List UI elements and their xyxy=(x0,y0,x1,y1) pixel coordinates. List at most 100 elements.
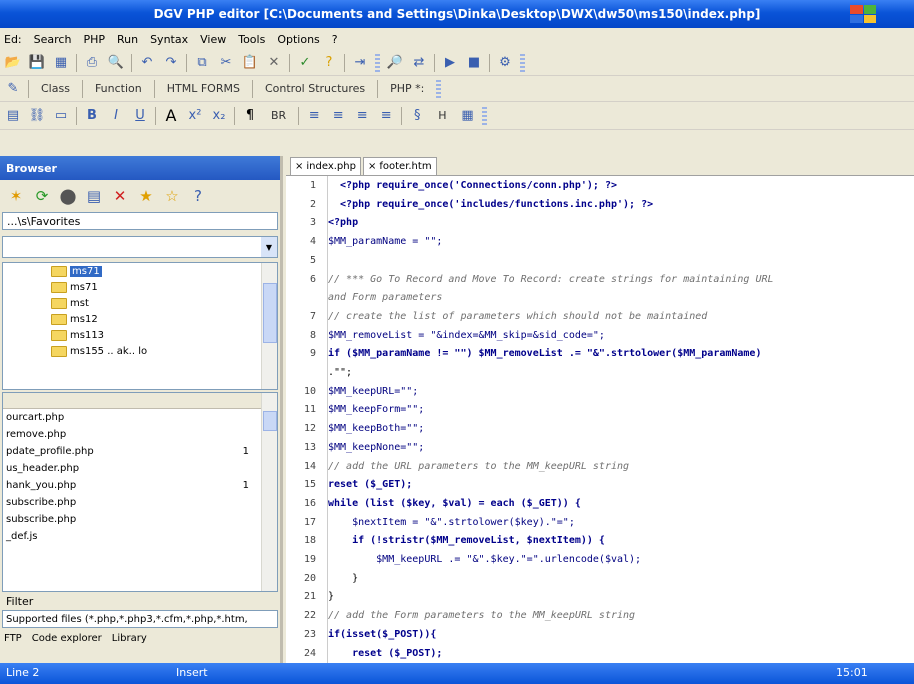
menu-php[interactable]: PHP xyxy=(83,33,105,46)
tree-node[interactable]: ms155 .. ak.. lo xyxy=(3,343,277,359)
view-list-icon[interactable]: ▤ xyxy=(84,186,104,206)
function-button[interactable]: Function xyxy=(89,82,148,95)
new-folder-icon[interactable]: ✶ xyxy=(6,186,26,206)
table-icon[interactable]: ▤ xyxy=(4,107,22,125)
list-item[interactable]: subscribe.php xyxy=(3,494,277,511)
special-char-icon[interactable]: § xyxy=(408,107,426,125)
save-all-icon[interactable]: ▦ xyxy=(52,54,70,72)
underline-icon[interactable]: U xyxy=(131,107,149,125)
tree-node[interactable]: ms113 xyxy=(3,327,277,343)
tab-footer-htm[interactable]: × footer.htm xyxy=(362,157,437,175)
tree-node[interactable]: ms12 xyxy=(3,311,277,327)
drive-select[interactable]: ▼ xyxy=(2,236,278,258)
line-number: 6 xyxy=(309,273,316,285)
subscript-icon[interactable]: x₂ xyxy=(210,107,228,125)
list-item[interactable]: remove.php xyxy=(3,426,277,443)
control-structures-dropdown[interactable]: Control Structures xyxy=(259,82,371,95)
list-item[interactable] xyxy=(3,545,277,562)
justify-icon[interactable]: ≡ xyxy=(377,107,395,125)
close-icon[interactable]: × xyxy=(295,161,303,172)
menu-syntax[interactable]: Syntax xyxy=(150,33,188,46)
preview-icon[interactable]: 🔍 xyxy=(107,54,125,72)
tree-node[interactable]: ms71 xyxy=(3,279,277,295)
toolbar-grip[interactable] xyxy=(520,53,525,72)
code-line: <?php require_once('includes/functions.i… xyxy=(328,198,654,210)
class-button[interactable]: Class xyxy=(35,82,76,95)
italic-icon[interactable]: I xyxy=(107,107,125,125)
refresh-icon[interactable]: ⟳ xyxy=(32,186,52,206)
superscript-icon[interactable]: x² xyxy=(186,107,204,125)
menu-options[interactable]: Options xyxy=(277,33,319,46)
menu-edit[interactable]: Ed: xyxy=(4,33,22,46)
file-list-scrollbar[interactable] xyxy=(261,393,277,591)
tab-ftp[interactable]: FTP xyxy=(4,633,22,644)
align-right-icon[interactable]: ≡ xyxy=(353,107,371,125)
delete-icon[interactable]: ✕ xyxy=(265,54,283,72)
home-icon[interactable]: ⬤ xyxy=(58,186,78,206)
toolbar-separator xyxy=(344,53,345,72)
list-item[interactable]: pdate_profile.php 1 xyxy=(3,443,277,460)
grid-icon[interactable]: ▦ xyxy=(458,107,476,125)
save-icon[interactable]: 💾 xyxy=(28,54,46,72)
tree-scrollbar[interactable] xyxy=(261,263,277,389)
run-icon[interactable]: ▶ xyxy=(441,54,459,72)
toolbar-grip[interactable] xyxy=(375,53,380,72)
paste-icon[interactable]: 📋 xyxy=(241,54,259,72)
list-item[interactable]: ourcart.php xyxy=(3,409,277,426)
scroll-thumb[interactable] xyxy=(263,411,277,431)
menu-run[interactable]: Run xyxy=(117,33,138,46)
heading-dropdown[interactable]: H xyxy=(432,109,452,122)
tab-library[interactable]: Library xyxy=(112,633,147,644)
find-icon[interactable]: 🔎 xyxy=(386,54,404,72)
code-line: reset ($_GET); xyxy=(328,479,413,491)
tree-node[interactable]: ms71 xyxy=(3,263,277,279)
stop-icon[interactable]: ■ xyxy=(465,54,483,72)
indent-icon[interactable]: ⇥ xyxy=(351,54,369,72)
help-icon[interactable]: ? xyxy=(320,54,338,72)
favorites-add-icon[interactable]: ★ xyxy=(136,186,156,206)
link-icon[interactable]: ⛓ xyxy=(28,107,46,125)
bold-icon[interactable]: B xyxy=(83,107,101,125)
menu-help[interactable]: ? xyxy=(332,33,338,46)
br-button[interactable]: BR xyxy=(265,109,292,122)
print-icon[interactable]: ⎙ xyxy=(83,54,101,72)
menu-tools[interactable]: Tools xyxy=(238,33,265,46)
list-item[interactable]: subscribe.php xyxy=(3,511,277,528)
redo-icon[interactable]: ↷ xyxy=(162,54,180,72)
browser-panel-title: Browser xyxy=(0,156,280,180)
php-snippets-dropdown[interactable]: PHP *: xyxy=(384,82,430,95)
tab-index-php[interactable]: × index.php xyxy=(290,157,361,175)
copy-icon[interactable]: ⧉ xyxy=(193,54,211,72)
list-item[interactable]: _def.js xyxy=(3,528,277,545)
undo-icon[interactable]: ↶ xyxy=(138,54,156,72)
code-area[interactable]: <?php require_once('Connections/conn.php… xyxy=(328,176,914,663)
list-item[interactable]: hank_you.php 1 xyxy=(3,477,277,494)
tab-code-explorer[interactable]: Code explorer xyxy=(32,633,102,644)
check-syntax-icon[interactable]: ✓ xyxy=(296,54,314,72)
align-left-icon[interactable]: ≡ xyxy=(305,107,323,125)
replace-icon[interactable]: ⇄ xyxy=(410,54,428,72)
image-icon[interactable]: ▭ xyxy=(52,107,70,125)
align-center-icon[interactable]: ≡ xyxy=(329,107,347,125)
tree-node[interactable]: mst xyxy=(3,295,277,311)
toolbar-grip[interactable] xyxy=(482,106,488,125)
open-icon[interactable]: 📂 xyxy=(4,54,22,72)
favorites-icon[interactable]: ☆ xyxy=(162,186,182,206)
menu-search[interactable]: Search xyxy=(34,33,72,46)
list-item[interactable]: us_header.php xyxy=(3,460,277,477)
paragraph-icon[interactable]: ¶ xyxy=(241,107,259,125)
toolbar-grip[interactable] xyxy=(436,79,442,98)
close-icon[interactable]: × xyxy=(368,161,376,172)
scroll-thumb[interactable] xyxy=(263,283,277,343)
settings-icon[interactable]: ⚙ xyxy=(496,54,514,72)
menu-view[interactable]: View xyxy=(200,33,226,46)
comment-icon[interactable]: ✎ xyxy=(4,80,22,98)
delete-file-icon[interactable]: ✕ xyxy=(110,186,130,206)
line-number: 22 xyxy=(303,610,316,622)
chevron-down-icon[interactable]: ▼ xyxy=(261,237,277,257)
help-icon[interactable]: ? xyxy=(188,186,208,206)
font-size-icon[interactable]: A xyxy=(162,106,180,125)
cut-icon[interactable]: ✂ xyxy=(217,54,235,72)
filter-select[interactable]: Supported files (*.php,*.php3,*.cfm,*.ph… xyxy=(2,610,278,628)
html-forms-dropdown[interactable]: HTML FORMS xyxy=(161,82,246,95)
